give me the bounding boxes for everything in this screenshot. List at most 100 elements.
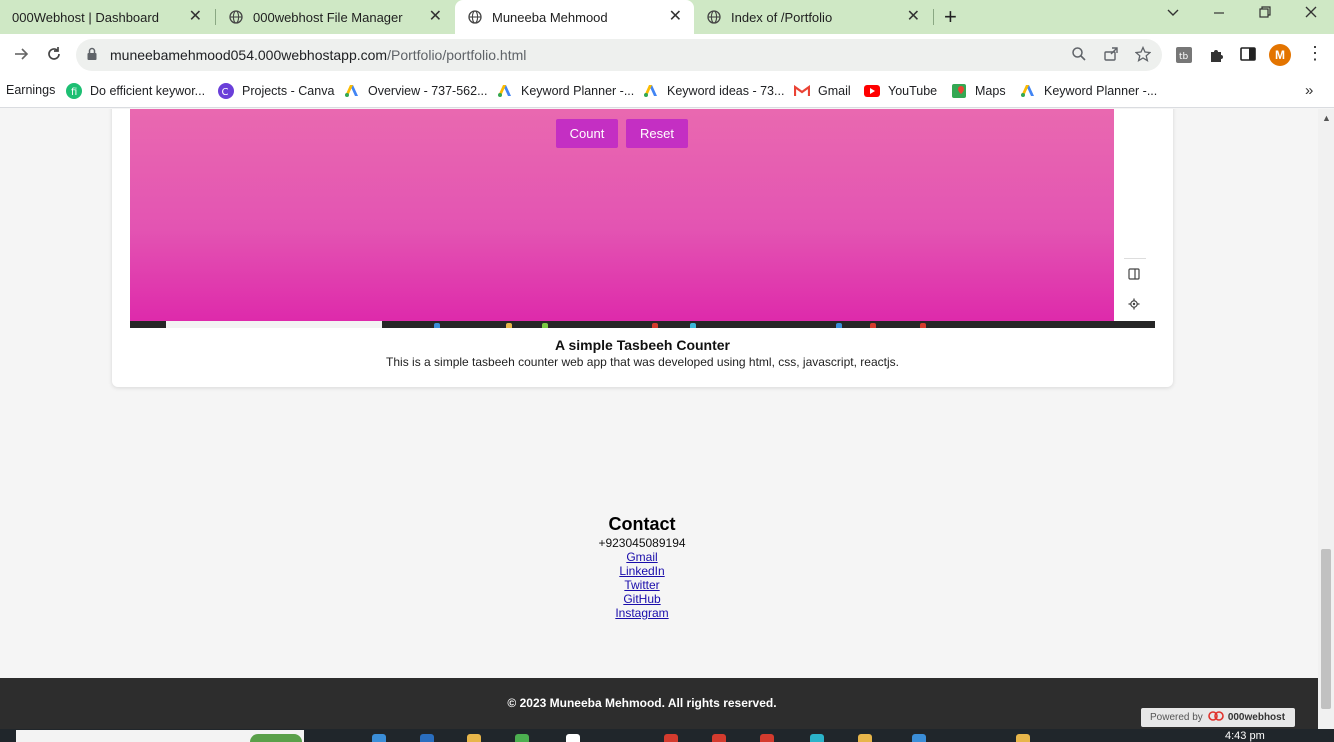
search-highlight-icon: [250, 734, 302, 742]
forward-arrow-icon[interactable]: [12, 45, 30, 68]
globe-icon: [228, 9, 244, 25]
reload-icon[interactable]: [45, 45, 63, 68]
bookmark-canva[interactable]: C Projects - Canva: [218, 83, 334, 99]
app-icon: [920, 323, 926, 328]
link-twitter[interactable]: Twitter: [0, 578, 1284, 592]
google-ads-icon: [643, 83, 659, 99]
close-icon[interactable]: ✕: [429, 9, 442, 25]
tab-muneeba-mehmood[interactable]: Muneeba Mehmood ✕: [455, 0, 694, 34]
fiverr-icon: fi: [66, 83, 82, 99]
app-icon[interactable]: [515, 734, 529, 742]
url-host: muneebamehmood054.000webhostapp.com: [110, 47, 388, 63]
google-ads-icon: [344, 83, 360, 99]
counter-app-preview: Count Reset: [130, 109, 1114, 321]
app-icon: [652, 323, 658, 328]
profile-avatar[interactable]: M: [1269, 44, 1291, 66]
gear-icon: [1128, 297, 1140, 315]
url-text[interactable]: muneebamehmood054.000webhostapp.com/Port…: [110, 47, 526, 63]
contact-phone: +923045089194: [598, 536, 686, 550]
folder-icon[interactable]: [858, 734, 872, 742]
app-icon[interactable]: [810, 734, 824, 742]
bookmark-label: Do efficient keywor...: [90, 84, 206, 98]
bookmark-fiverr[interactable]: fi Do efficient keywor...: [66, 83, 205, 99]
menu-kebab-icon[interactable]: ⋮: [1306, 43, 1324, 64]
vertical-scrollbar[interactable]: ▲: [1318, 109, 1334, 729]
minimize-icon[interactable]: [1212, 5, 1226, 24]
tab-title: Muneeba Mehmood: [492, 9, 608, 25]
extensions-puzzle-icon[interactable]: [1208, 46, 1226, 69]
project-card: Count Reset A simple Tasbeeh Counter Thi…: [112, 109, 1173, 387]
tab-file-manager[interactable]: 000webhost File Manager ✕: [216, 0, 454, 34]
app-icon[interactable]: [566, 734, 580, 742]
bookmark-star-icon[interactable]: [1134, 45, 1152, 67]
globe-icon: [467, 9, 483, 25]
url-bar[interactable]: muneebamehmood054.000webhostapp.com/Port…: [76, 39, 1162, 71]
divider: [1124, 258, 1146, 259]
chrome-icon[interactable]: [760, 734, 774, 742]
bookmark-maps[interactable]: Maps: [951, 83, 1006, 99]
bookmark-keyword-planner-2[interactable]: Keyword Planner -...: [1020, 83, 1157, 99]
scroll-thumb[interactable]: [1321, 549, 1331, 709]
tab-index-portfolio[interactable]: Index of /Portfolio ✕: [694, 0, 932, 34]
close-icon[interactable]: ✕: [189, 9, 202, 25]
tab-search-chevron-icon[interactable]: [1166, 5, 1180, 24]
close-icon[interactable]: ✕: [907, 9, 920, 25]
side-panel-icon[interactable]: [1240, 46, 1256, 67]
scroll-up-arrow-icon[interactable]: ▲: [1322, 113, 1331, 123]
copyright-text: © 2023 Muneeba Mehmood. All rights reser…: [507, 696, 777, 710]
gmail-icon: [794, 83, 810, 99]
share-icon[interactable]: [1103, 46, 1119, 67]
bookmark-label: Maps: [975, 84, 1006, 98]
address-toolbar: muneebamehmood054.000webhostapp.com/Port…: [0, 34, 1334, 76]
preview-taskbar: [130, 321, 1155, 328]
lock-icon[interactable]: [86, 47, 98, 66]
more-bookmarks-chevron-icon[interactable]: »: [1305, 82, 1313, 99]
link-linkedin[interactable]: LinkedIn: [0, 564, 1284, 578]
chrome-icon[interactable]: [664, 734, 678, 742]
app-icon[interactable]: [420, 734, 434, 742]
bookmark-label: Earnings: [6, 83, 56, 97]
webhost-logo-icon: [1208, 711, 1224, 724]
vscode-icon[interactable]: [912, 734, 926, 742]
bookmark-keyword-planner[interactable]: Keyword Planner -...: [497, 83, 634, 99]
restore-icon[interactable]: [1258, 5, 1272, 24]
zoom-icon[interactable]: [1071, 46, 1087, 67]
contact-section: Contact +923045089194 Gmail LinkedIn Twi…: [0, 513, 1284, 620]
canva-icon: C: [218, 83, 234, 99]
link-instagram[interactable]: Instagram: [0, 606, 1284, 620]
svg-text:fi: fi: [71, 87, 77, 98]
tab-webhost-dashboard[interactable]: 000Webhost | Dashboard ✕: [0, 0, 214, 34]
chrome-icon[interactable]: [712, 734, 726, 742]
app-icon: [434, 323, 440, 328]
bookmark-keyword-ideas[interactable]: Keyword ideas - 73...: [643, 83, 784, 99]
link-gmail[interactable]: Gmail: [0, 550, 1284, 564]
bookmark-label: Projects - Canva: [242, 84, 335, 98]
app-icon: [836, 323, 842, 328]
bookmark-label: Gmail: [818, 84, 851, 98]
app-icon: [542, 323, 548, 328]
preview-taskbar-search: [166, 321, 382, 328]
page-footer: © 2023 Muneeba Mehmood. All rights reser…: [0, 678, 1318, 729]
google-ads-icon: [497, 83, 513, 99]
app-icon[interactable]: [1016, 734, 1030, 742]
powered-by-badge[interactable]: Powered by 000webhost: [1141, 708, 1295, 727]
extension-tb-icon[interactable]: tb: [1175, 46, 1193, 69]
close-icon[interactable]: ✕: [669, 9, 682, 25]
os-taskbar: 4:43 pm: [0, 729, 1334, 742]
bookmark-overview[interactable]: Overview - 737-562...: [344, 83, 488, 99]
maps-icon: [951, 83, 967, 99]
new-tab-plus-icon[interactable]: +: [944, 6, 957, 28]
file-explorer-icon[interactable]: [467, 734, 481, 742]
tab-title: 000Webhost | Dashboard: [12, 9, 159, 25]
close-window-icon[interactable]: [1304, 5, 1318, 24]
bookmark-earnings[interactable]: Earnings: [6, 83, 55, 97]
bookmark-label: Keyword Planner -...: [1044, 84, 1158, 98]
link-github[interactable]: GitHub: [0, 592, 1284, 606]
bookmark-gmail[interactable]: Gmail: [794, 83, 851, 99]
youtube-icon: [864, 83, 880, 99]
taskbar-clock[interactable]: 4:43 pm: [1225, 730, 1265, 742]
bookmark-youtube[interactable]: YouTube: [864, 83, 937, 99]
tab-title: Index of /Portfolio: [731, 9, 833, 25]
bookmarks-bar: Earnings fi Do efficient keywor... C Pro…: [0, 76, 1334, 108]
taskview-icon[interactable]: [372, 734, 386, 742]
